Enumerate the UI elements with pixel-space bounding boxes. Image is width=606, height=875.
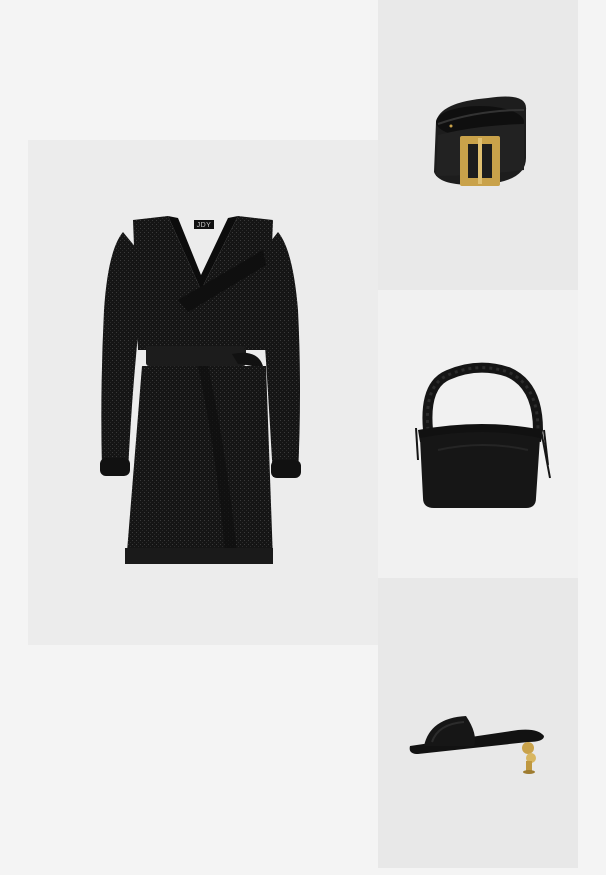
shoe-product-image[interactable] bbox=[378, 578, 578, 868]
belt-product-image[interactable] bbox=[378, 0, 578, 290]
dress-brand-label: JDY bbox=[197, 222, 212, 229]
dress-product-image[interactable]: JDY bbox=[28, 140, 378, 645]
shoe-illustration bbox=[409, 716, 544, 774]
bag-illustration bbox=[415, 362, 551, 508]
dress-illustration: JDY bbox=[100, 216, 301, 564]
belt-illustration bbox=[434, 96, 527, 186]
bag-product-image[interactable] bbox=[378, 290, 578, 578]
